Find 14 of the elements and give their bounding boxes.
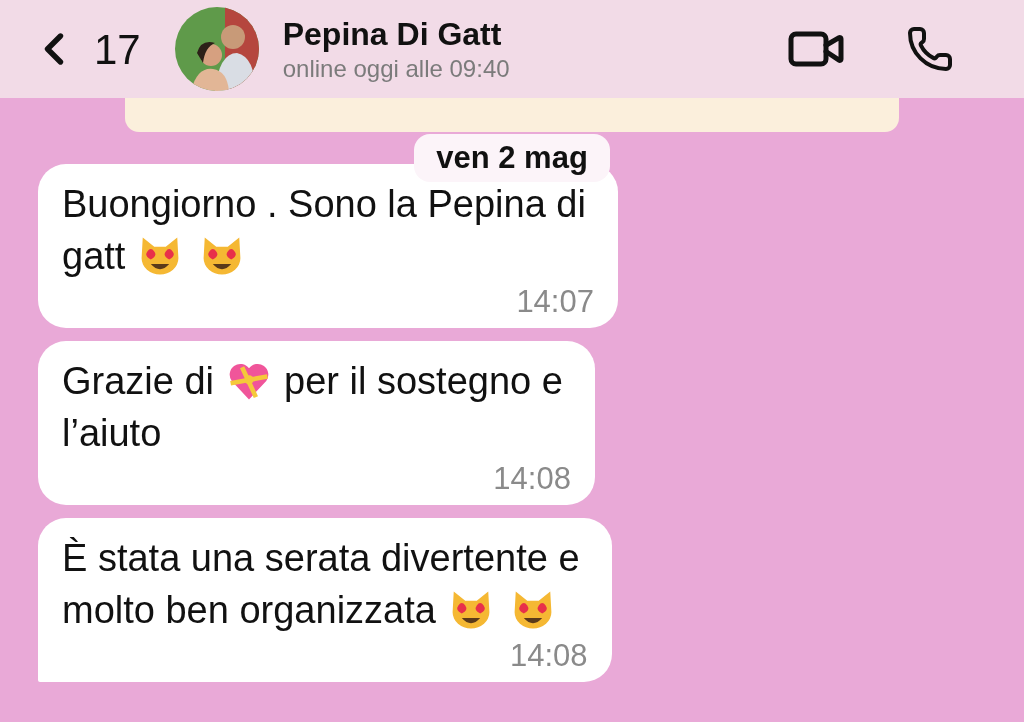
back-button[interactable]: 17 bbox=[28, 17, 141, 81]
date-separator: ven 2 mag bbox=[414, 134, 610, 182]
message-time: 14:07 bbox=[516, 283, 594, 321]
message-text: per il sostegno e bbox=[284, 358, 563, 404]
message-text: gatt bbox=[62, 233, 126, 279]
message-text: l’aiuto bbox=[62, 410, 162, 456]
message-text: molto ben organizzata bbox=[62, 587, 436, 633]
contact-status: online oggi alle 09:40 bbox=[282, 54, 511, 84]
message-text: È stata una serata divertente e bbox=[62, 535, 580, 581]
message-time: 14:08 bbox=[493, 460, 571, 498]
message-time: 14:08 bbox=[509, 637, 588, 675]
message-text: Buongiorno . Sono la Pepina di bbox=[62, 181, 586, 227]
message-text: Grazie di bbox=[62, 358, 215, 404]
contact-name[interactable]: Pepina Di Gatt bbox=[282, 14, 786, 54]
